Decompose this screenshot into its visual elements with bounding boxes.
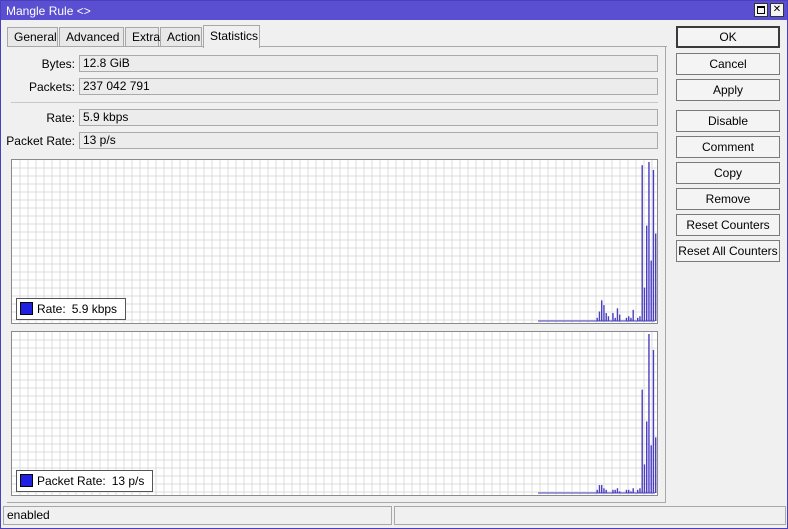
panel-right-edge (665, 47, 666, 503)
graph-bar (648, 162, 650, 321)
copy-button[interactable]: Copy (676, 162, 780, 184)
maximize-button[interactable] (754, 3, 768, 17)
graph-bar (596, 317, 598, 321)
graph-bar (616, 488, 619, 493)
panel-bottom-edge (7, 502, 666, 503)
remove-button[interactable]: Remove (676, 188, 780, 210)
graph-bar (632, 488, 634, 493)
graph-bar (625, 489, 628, 493)
graph-bar (650, 445, 652, 493)
graph-bar (637, 317, 639, 321)
graph-bar (628, 489, 630, 493)
graph-bar (639, 316, 641, 321)
graph-bar (619, 314, 621, 321)
graph-bar (648, 334, 650, 493)
tab-action[interactable]: Action (160, 27, 202, 47)
status-text: enabled (3, 506, 392, 525)
bytes-field: 12.8 GiB (79, 55, 658, 72)
apply-button[interactable]: Apply (676, 79, 780, 101)
graph-bar (625, 317, 628, 321)
graph-bar (643, 464, 646, 493)
graph-bar (598, 311, 601, 321)
graph-bar (646, 225, 648, 321)
rate-legend-value: 5.9 kbps (71, 302, 118, 316)
packet-rate-graph-legend: Packet Rate: 13 p/s (16, 470, 154, 492)
graph-bar (655, 437, 657, 493)
window-title: Mangle Rule <> (6, 4, 91, 18)
mangle-rule-window: Mangle Rule <> ✕ General Advanced Extra … (0, 0, 788, 529)
graph-bar (603, 305, 605, 321)
graph-bar (612, 313, 614, 321)
graph-bar (603, 488, 605, 493)
graph-bar (643, 287, 646, 321)
title-bar[interactable]: Mangle Rule <> ✕ (1, 1, 787, 20)
graph-bar (616, 308, 619, 321)
graph-bar (632, 309, 634, 321)
graph-bar (646, 421, 648, 493)
graph-bar (614, 489, 616, 493)
stats-separator (11, 102, 658, 103)
maximize-icon (757, 6, 765, 14)
packet-rate-legend-value: 13 p/s (111, 474, 145, 488)
comment-button[interactable]: Comment (676, 136, 780, 158)
cancel-button[interactable]: Cancel (676, 53, 780, 75)
packets-label: Packets: (28, 80, 75, 94)
rate-graph: Rate: 5.9 kbps (11, 159, 658, 324)
ok-button[interactable]: OK (676, 26, 780, 48)
status-secondary (394, 506, 786, 525)
graph-bar (598, 485, 601, 493)
rate-legend-label: Rate: (37, 302, 66, 316)
tab-statistics[interactable]: Statistics (203, 25, 260, 48)
graph-bar (641, 389, 643, 493)
graph-bar (630, 317, 632, 321)
rate-legend-swatch (20, 302, 33, 315)
close-button[interactable]: ✕ (770, 3, 784, 17)
graph-bar (601, 485, 603, 493)
bytes-label: Bytes: (41, 57, 75, 71)
graph-bar (641, 165, 643, 321)
graph-bar (619, 491, 621, 493)
graph-bar (637, 489, 639, 493)
reset-counters-button[interactable]: Reset Counters (676, 214, 780, 236)
tab-extra[interactable]: Extra (125, 27, 160, 47)
graph-bar (612, 489, 614, 493)
graph-bar (652, 169, 655, 321)
disable-button[interactable]: Disable (676, 110, 780, 132)
packet-rate-legend-label: Packet Rate: (37, 474, 106, 488)
graph-bar (601, 300, 603, 321)
graph-bar (596, 489, 598, 493)
graph-bar (655, 233, 657, 321)
graph-bar (652, 349, 655, 493)
rate-label: Rate: (46, 111, 75, 125)
graph-bar (639, 488, 641, 493)
tab-advanced[interactable]: Advanced (59, 27, 124, 47)
graph-bar (605, 313, 607, 321)
graph-bar (630, 491, 632, 493)
graph-bar (605, 489, 607, 493)
packets-field: 237 042 791 (79, 78, 658, 95)
graph-bar (628, 316, 630, 321)
packet-rate-label: Packet Rate: (6, 134, 75, 148)
graph-bar (614, 317, 616, 321)
tab-divider (7, 46, 667, 47)
packet-rate-field: 13 p/s (79, 132, 658, 149)
packet-rate-legend-swatch (20, 474, 33, 487)
packet-rate-graph: Packet Rate: 13 p/s (11, 331, 658, 496)
rate-graph-legend: Rate: 5.9 kbps (16, 298, 127, 320)
rate-field: 5.9 kbps (79, 109, 658, 126)
reset-all-counters-button[interactable]: Reset All Counters (676, 240, 780, 262)
graph-bar (607, 316, 610, 321)
status-bar: enabled (1, 506, 787, 528)
tab-general[interactable]: General (7, 27, 58, 47)
graph-bar (650, 260, 652, 321)
